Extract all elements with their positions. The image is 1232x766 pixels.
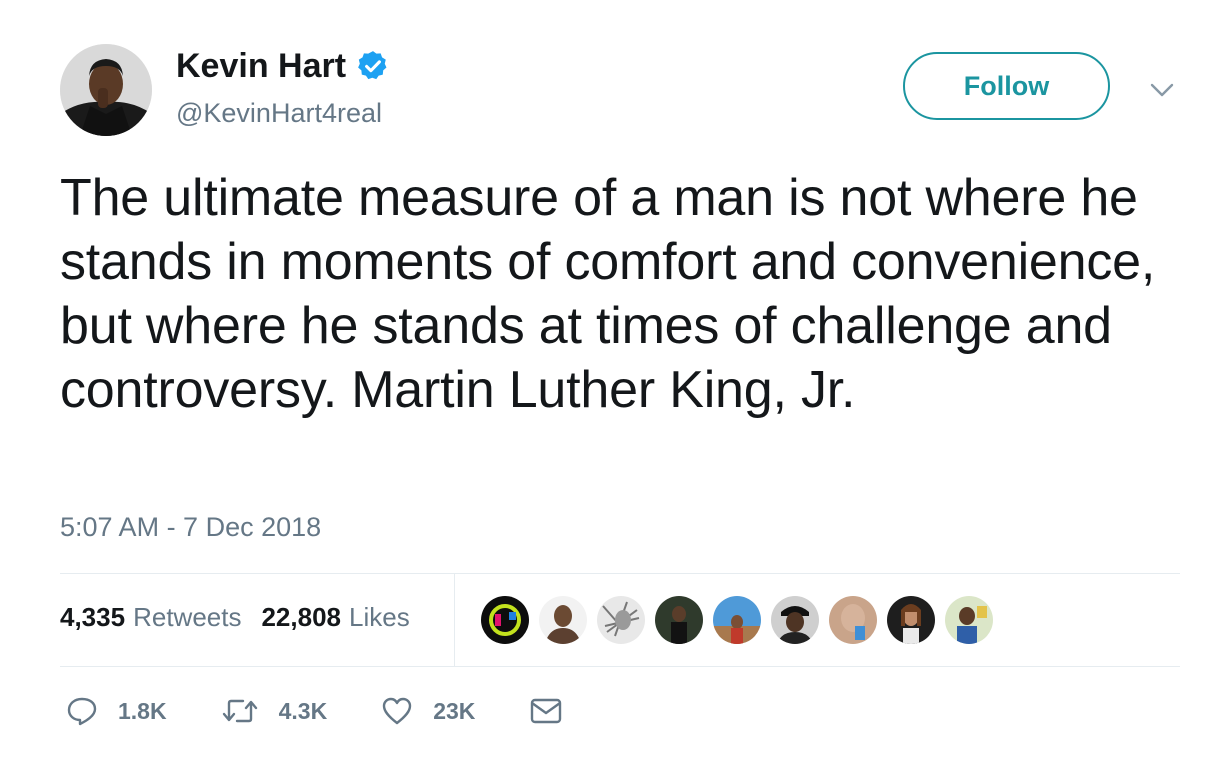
like-button[interactable]: 23K: [381, 694, 475, 728]
retweet-button[interactable]: 4.3K: [221, 694, 328, 728]
reply-button[interactable]: 1.8K: [66, 694, 167, 728]
verified-badge-icon: [358, 51, 387, 80]
stats-separator: [454, 574, 455, 666]
avatar[interactable]: [60, 44, 152, 136]
envelope-icon: [531, 698, 562, 724]
retweet-icon: [222, 699, 257, 723]
profile-photo-icon: [60, 44, 152, 136]
likers-avatars: [481, 596, 993, 644]
message-button[interactable]: [529, 697, 563, 725]
heart-icon: [382, 697, 412, 725]
retweets-stat[interactable]: 4,335 Retweets: [60, 600, 241, 634]
likes-count: 22,808: [261, 602, 341, 632]
divider: [60, 666, 1180, 667]
retweet-count: 4.3K: [278, 698, 328, 724]
liker-avatar-1-icon[interactable]: [481, 596, 529, 644]
author-name-row: Kevin Hart: [176, 46, 390, 86]
liker-avatar-6-icon[interactable]: [771, 596, 819, 644]
author-handle[interactable]: @KevinHart4real: [176, 96, 382, 130]
tweet-stats: 4,335 Retweets 22,808 Likes: [60, 600, 430, 634]
tweet-text: The ultimate measure of a man is not whe…: [60, 169, 1156, 419]
follow-button[interactable]: Follow: [903, 52, 1110, 120]
liker-avatar-8-icon[interactable]: [887, 596, 935, 644]
liker-avatar-4-icon[interactable]: [655, 596, 703, 644]
like-count: 23K: [433, 698, 476, 724]
retweets-count: 4,335: [60, 602, 126, 632]
likes-label: Likes: [349, 602, 410, 632]
likes-stat[interactable]: 22,808 Likes: [261, 600, 409, 634]
divider: [60, 573, 1180, 574]
tweet-timestamp[interactable]: 5:07 AM - 7 Dec 2018: [60, 510, 321, 544]
reply-count: 1.8K: [118, 698, 167, 724]
author-name[interactable]: Kevin Hart: [176, 46, 346, 86]
liker-avatar-3-icon[interactable]: [597, 596, 645, 644]
reply-icon: [67, 697, 97, 726]
liker-avatar-2-icon[interactable]: [539, 596, 587, 644]
liker-avatar-7-icon[interactable]: [829, 596, 877, 644]
chevron-down-icon[interactable]: [1148, 78, 1176, 102]
liker-avatar-5-icon[interactable]: [713, 596, 761, 644]
retweets-label: Retweets: [133, 602, 242, 632]
liker-avatar-9-icon[interactable]: [945, 596, 993, 644]
tweet-actions: 1.8K 4.3K 23K: [66, 694, 617, 728]
